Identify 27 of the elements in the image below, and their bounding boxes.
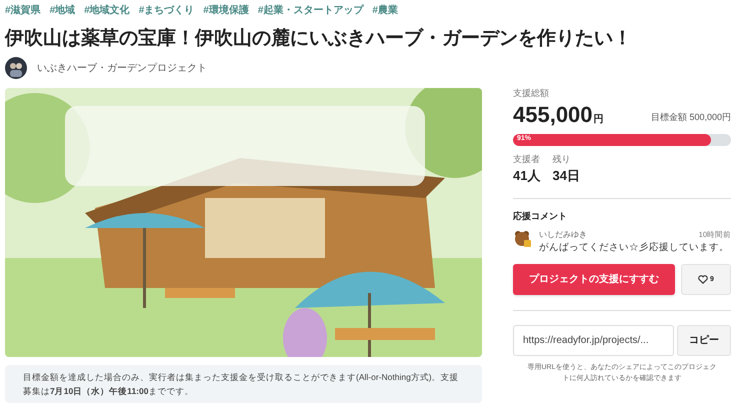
supporters-count: 41人 — [513, 167, 540, 185]
tag-link[interactable]: #滋賀県 — [5, 2, 41, 18]
tag-link[interactable]: #地域 — [50, 2, 76, 18]
tag-link[interactable]: #農業 — [372, 2, 398, 18]
share-url-field[interactable]: https://readyfor.jp/projects/... — [513, 325, 674, 356]
total-amount: 455,000 — [513, 100, 593, 128]
commenter-name: いしだみゆき — [539, 229, 587, 241]
goal-amount: 目標金額 500,000円 — [650, 111, 731, 124]
comments-heading: 応援コメント — [513, 210, 568, 222]
copy-button[interactable]: コピー — [677, 325, 731, 356]
tag-link[interactable]: #環境保護 — [203, 2, 249, 18]
support-button[interactable]: プロジェクトの支援にすすむ — [513, 264, 675, 296]
tag-link[interactable]: #まちづくり — [138, 2, 194, 18]
bear-avatar-icon — [513, 229, 533, 249]
tag-link[interactable]: #起業・スタートアップ — [258, 2, 364, 18]
comment-text: がんばってください☆彡応援しています。 — [539, 241, 730, 255]
avatar-icon — [5, 57, 27, 79]
author-name: いぶきハーブ・ガーデンプロジェクト — [37, 62, 207, 76]
remaining-days: 34日 — [552, 166, 580, 186]
tag-link[interactable]: #地域文化 — [84, 2, 130, 18]
supporters-label: 支援者 — [513, 152, 540, 166]
project-title: 伊吹山は薬草の宝庫！伊吹山の麓にいぶきハーブ・ガーデンを作りたい！ — [5, 26, 633, 51]
currency-unit: 円 — [594, 112, 604, 126]
funding-notice: 目標金額を達成した場合のみ、実行者は集まった支援金を受け取ることができます(All-or-Nothing方式)。支援募集は7月10日（水）午後11:00までです。 — [5, 365, 482, 403]
total-label: 支援総額 — [513, 87, 550, 100]
heart-icon — [698, 275, 708, 284]
remaining-label: 残り — [552, 152, 572, 166]
